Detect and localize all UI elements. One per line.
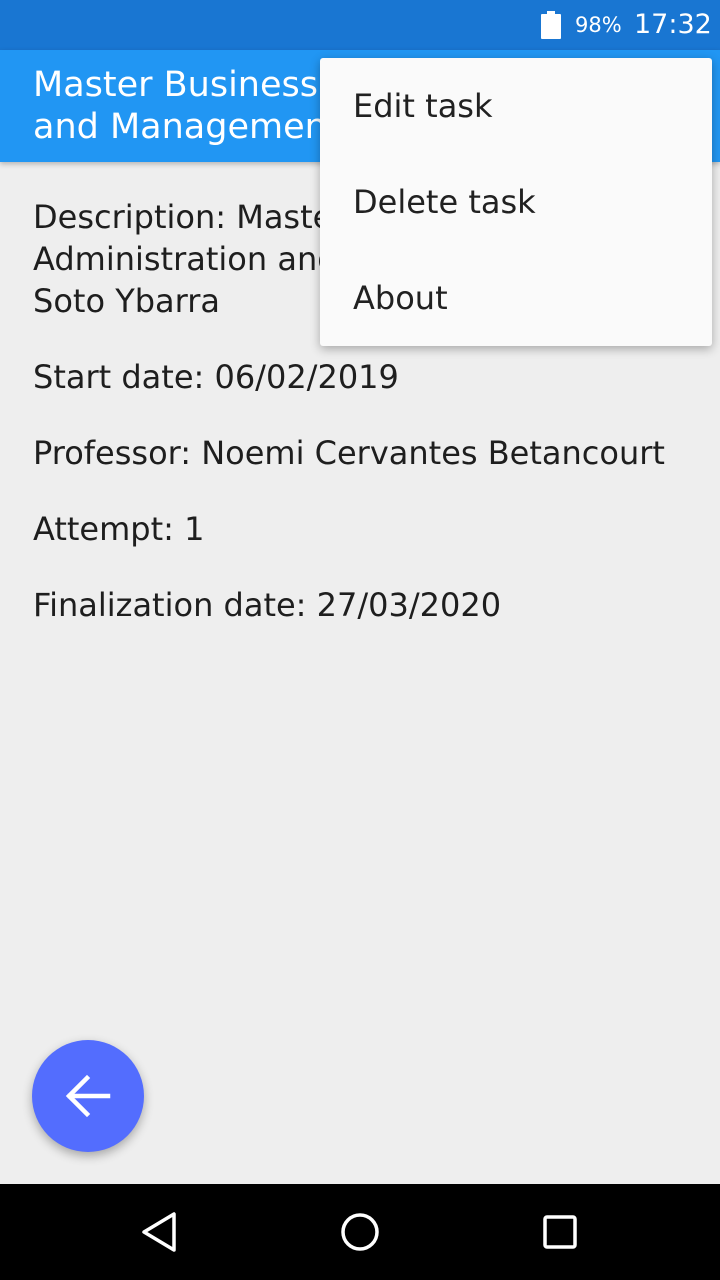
attempt-text: Attempt: 1 xyxy=(33,510,205,548)
battery-percentage: 98% xyxy=(575,13,622,37)
nav-back-icon[interactable] xyxy=(136,1208,184,1256)
overflow-menu: Edit task Delete task About xyxy=(320,58,712,346)
navigation-bar xyxy=(0,1184,720,1280)
screen: 98% 17:32 Master Business Administration… xyxy=(0,0,720,1280)
status-bar: 98% 17:32 xyxy=(0,0,720,50)
professor-text: Professor: Noemi Cervantes Betancourt xyxy=(33,434,665,472)
start-date-text: Start date: 06/02/2019 xyxy=(33,358,399,396)
back-fab-button[interactable] xyxy=(32,1040,144,1152)
menu-item-delete-task[interactable]: Delete task xyxy=(320,154,712,250)
finalization-date-text: Finalization date: 27/03/2020 xyxy=(33,586,502,624)
nav-home-icon[interactable] xyxy=(336,1208,384,1256)
battery-icon xyxy=(541,11,561,39)
menu-item-about[interactable]: About xyxy=(320,250,712,346)
nav-recent-icon[interactable] xyxy=(536,1208,584,1256)
menu-item-edit-task[interactable]: Edit task xyxy=(320,58,712,154)
arrow-back-icon xyxy=(65,1074,111,1118)
clock: 17:32 xyxy=(634,9,712,40)
